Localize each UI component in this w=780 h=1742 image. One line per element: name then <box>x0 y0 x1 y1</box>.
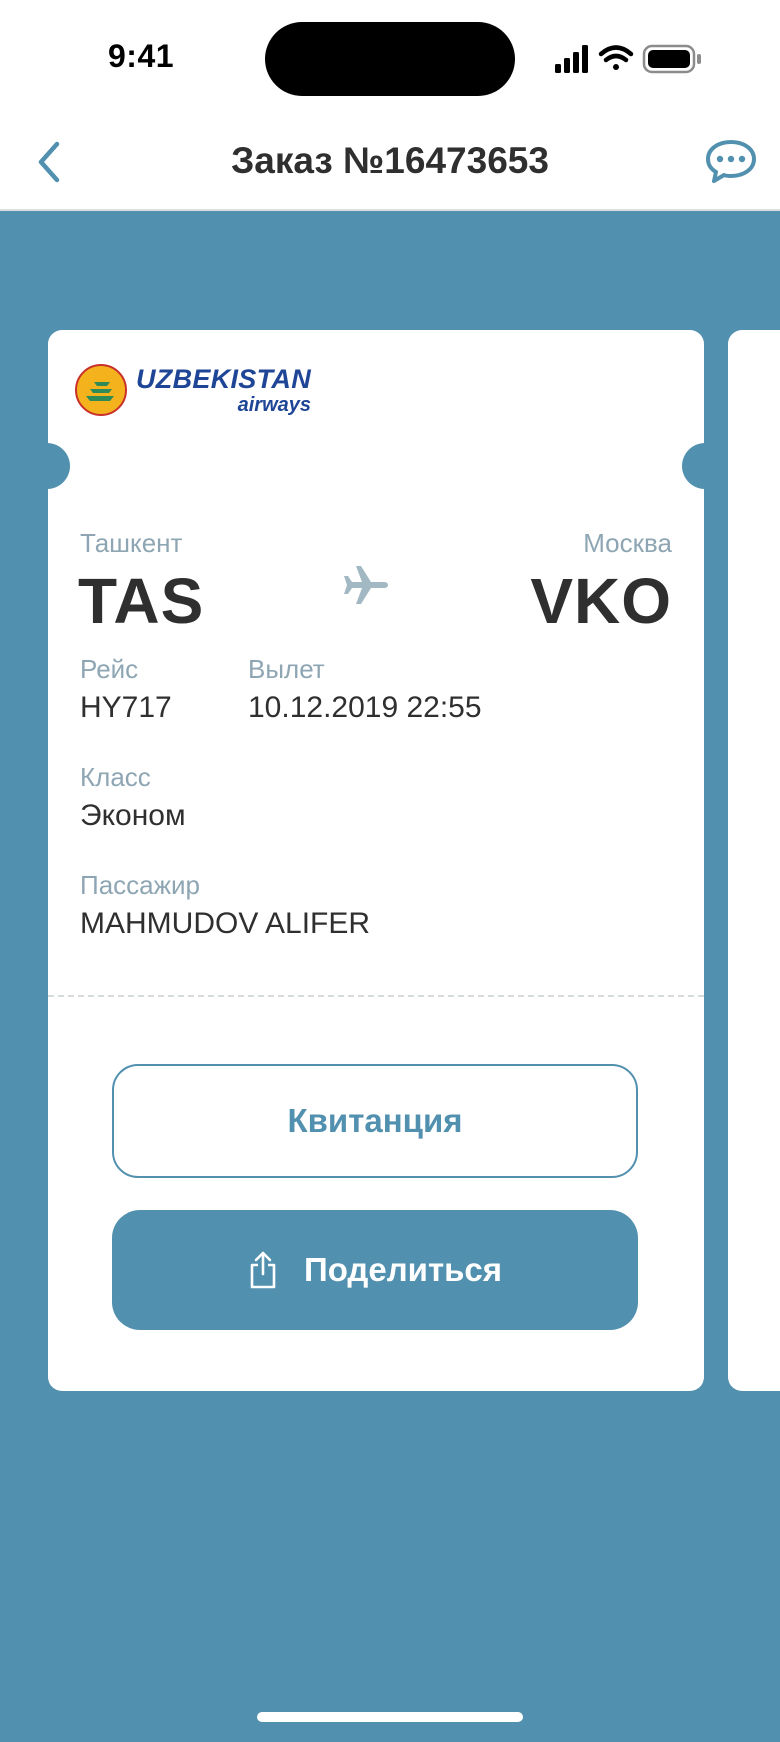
passenger-label: Пассажир <box>80 870 200 900</box>
share-button[interactable]: Поделиться <box>112 1210 638 1330</box>
status-icons <box>555 40 715 80</box>
nav-bar: Заказ №16473653 <box>0 110 780 211</box>
passenger-value: MAHMUDOV ALIFER <box>80 907 371 940</box>
share-button-label: Поделиться <box>303 1251 503 1288</box>
ticket-notch-left <box>24 443 70 489</box>
airline-logo: UZBEKISTAN airways <box>74 360 311 420</box>
flight-label: Рейс <box>80 654 139 684</box>
signal-icon <box>555 45 588 73</box>
origin-code: TAS <box>78 565 205 637</box>
battery-icon <box>642 44 701 74</box>
status-time: 9:41 <box>108 38 175 74</box>
airline-logo-icon <box>75 364 127 416</box>
class-label: Класс <box>80 762 151 792</box>
airplane-icon <box>341 560 391 610</box>
receipt-button[interactable]: Квитанция <box>112 1064 638 1178</box>
departure-value: 10.12.2019 22:55 <box>248 691 482 724</box>
airline-name: UZBEKISTAN <box>136 363 311 394</box>
share-icon <box>248 1250 278 1290</box>
ticket-divider <box>48 995 704 997</box>
airline-name-sub: airways <box>237 393 311 416</box>
departure-label: Вылет <box>248 654 325 684</box>
page-title: Заказ №16473653 <box>231 140 549 181</box>
class-value: Эконом <box>80 799 186 832</box>
status-bar: 9:41 <box>0 0 780 110</box>
ticket-card: UZBEKISTAN airways Ташкент Москва TAS VK… <box>24 330 728 1391</box>
wifi-icon <box>598 45 634 70</box>
dynamic-island <box>265 22 515 96</box>
chat-bubble-icon <box>706 140 756 183</box>
chat-button[interactable] <box>700 136 762 188</box>
destination-code: VKO <box>530 565 672 637</box>
ticket-notch-right <box>682 443 728 489</box>
home-indicator <box>257 1712 523 1722</box>
destination-city: Москва <box>583 528 672 558</box>
next-ticket-card[interactable] <box>728 330 780 1391</box>
main-content: UZBEKISTAN airways Ташкент Москва TAS VK… <box>0 211 780 1742</box>
origin-city: Ташкент <box>80 528 183 558</box>
flight-value: HY717 <box>80 691 172 724</box>
